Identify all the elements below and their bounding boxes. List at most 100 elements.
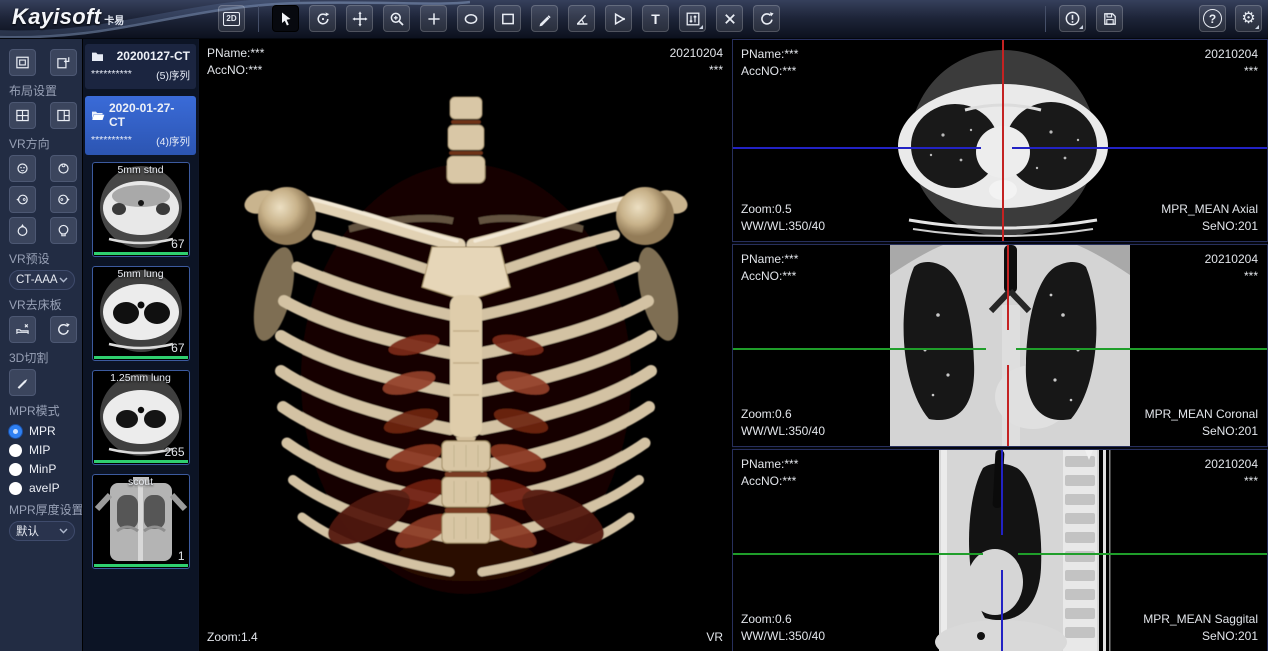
angle-tool-button[interactable] [568,5,595,32]
layout-inner-frame-icon [15,55,30,70]
coronal-crosshair-vertical-top[interactable] [1007,245,1009,330]
study-series-count: (4)序列 [156,134,190,149]
mpr-mode-radio-mip[interactable]: MIP [9,443,82,457]
text-tool-icon: T [651,11,660,27]
series-thumbnail-scout[interactable]: scout 1 [92,474,190,569]
remove-bed-button[interactable] [9,316,36,343]
axial-crosshair-horizontal-left[interactable] [733,147,981,149]
viewport-axial[interactable]: PName:*** AccNO:*** 20210204 *** Zoom:0.… [732,39,1268,242]
radio-label: aveIP [29,481,60,495]
pointer-tool-button[interactable] [272,5,299,32]
masked-value: *** [1205,473,1258,490]
coronal-crosshair-horizontal-left[interactable] [733,348,986,350]
alert-circle-icon [1064,10,1081,27]
reset-view-button[interactable] [753,5,780,32]
layout-swap-icon [56,55,71,70]
series-thumbnail-5mm-lung[interactable]: 5mm lung 67 [92,266,190,361]
sagittal-crosshair-vertical-top[interactable] [1001,450,1003,535]
coronal-crosshair-vertical-bottom[interactable] [1007,365,1009,446]
masked-value: *** [670,62,723,79]
accession-number: AccNO:*** [741,63,798,80]
layout-mpr-button[interactable] [9,49,36,76]
axial-overlay-bottom-left: Zoom:0.5 WW/WL:350/40 [741,201,825,235]
study-date: 20210204 [1205,46,1258,63]
viewport-coronal[interactable]: PName:*** AccNO:*** 20210204 *** Zoom:0.… [732,244,1268,447]
vr-view-superior-button[interactable] [9,217,36,244]
coronal-overlay-top-left: PName:*** AccNO:*** [741,251,798,285]
coronal-crosshair-horizontal-right[interactable] [1016,348,1267,350]
sagittal-crosshair-horizontal-right[interactable] [1018,553,1267,555]
thumbnail-label: 1.25mm lung [93,372,189,384]
zoom-tool-button[interactable] [383,5,410,32]
zoom-in-icon [389,11,405,27]
pan-tool-button[interactable] [346,5,373,32]
delete-annotation-button[interactable] [716,5,743,32]
grid-2x2-layout-button[interactable] [9,102,36,129]
radio-selected-icon [9,425,22,438]
bed-reset-button[interactable] [50,316,77,343]
patient-name: PName:*** [207,45,264,62]
cut-3d-button[interactable] [9,369,36,396]
vr-view-anterior-button[interactable] [9,155,36,182]
sagittal-crosshair-vertical-bottom[interactable] [1001,570,1003,651]
vr-direction-section-label: VR方向 [9,135,82,152]
study-patient-masked: ********** [91,68,132,83]
study-item-2-selected[interactable]: 2020-01-27-CT ********** (4)序列 [85,96,196,155]
radio-label: MIP [29,443,50,457]
crosshair-icon [426,11,442,27]
vr-overlay-top-left: PName:*** AccNO:*** [207,45,264,79]
study-item-1[interactable]: 20200127-CT ********** (5)序列 [85,44,196,89]
viewport-sagittal[interactable]: PName:*** AccNO:*** 20210204 *** Zoom:0.… [732,449,1268,651]
sagittal-overlay-bottom-left: Zoom:0.6 WW/WL:350/40 [741,611,825,645]
zoom-readout: Zoom:0.5 [741,201,825,218]
save-button[interactable] [1096,5,1123,32]
vr-view-right-button[interactable] [50,186,77,213]
ellipse-roi-button[interactable] [457,5,484,32]
mpr-thickness-select[interactable]: 默认 [9,521,75,541]
mpr-mode-radio-mpr[interactable]: MPR [9,424,82,438]
radio-icon [9,482,22,495]
rectangle-roi-button[interactable] [494,5,521,32]
app-logo-text: Kayisoft [12,4,101,30]
vr-bed-section-label: VR去床板 [9,296,82,313]
patient-name: PName:*** [741,46,798,63]
thumbnail-progress-bar [94,564,188,567]
mpr-mode-radio-minp[interactable]: MinP [9,462,82,476]
thumbnail-label: scout [93,476,189,488]
window-level-button[interactable] [679,5,706,32]
grid-1-2-layout-button[interactable] [50,102,77,129]
mpr-mode-section-label: MPR模式 [9,402,82,419]
coronal-overlay-top-right: 20210204 *** [1205,251,1258,285]
axial-crosshair-horizontal-right[interactable] [1012,147,1267,149]
series-thumbnail-5mm-stnd[interactable]: 5mm stnd 67 [92,162,190,257]
study-date: 20210204 [1205,251,1258,268]
patient-name: PName:*** [741,251,798,268]
vr-preset-select[interactable]: CT-AAA [9,270,75,290]
view-2d-button[interactable]: 2D [218,5,245,32]
app-logo: Kayisoft 卡易 [12,4,124,30]
axial-crosshair-vertical[interactable] [1002,40,1004,241]
toolbar-report-group [1042,5,1123,32]
radio-label: MPR [29,424,56,438]
series-thumbnail-125mm-lung[interactable]: 1.25mm lung 265 [92,370,190,465]
vr-view-left-button[interactable] [9,186,36,213]
vr-view-posterior-button[interactable] [50,155,77,182]
help-button[interactable]: ? [1199,5,1226,32]
length-measure-button[interactable] [531,5,558,32]
settings-button[interactable]: ⚙ [1235,5,1262,32]
window-level-readout: WW/WL:350/40 [741,423,825,440]
rotate-3d-tool-button[interactable] [309,5,336,32]
crosshair-tool-button[interactable] [420,5,447,32]
layout-swap-button[interactable] [50,49,77,76]
head-top-icon [15,223,30,238]
mpr-mode-radio-aveip[interactable]: aveIP [9,481,82,495]
vr-view-inferior-button[interactable] [50,217,77,244]
thumbnail-image-count: 265 [164,445,184,459]
radio-label: MinP [29,462,56,476]
sagittal-crosshair-horizontal-left[interactable] [733,553,983,555]
prompt-info-button[interactable] [1059,5,1086,32]
folder-icon [91,51,104,62]
text-annotation-button[interactable]: T [642,5,669,32]
viewport-vr[interactable]: PName:*** AccNO:*** 20210204 *** Zoom:1.… [198,39,732,651]
cobb-angle-tool-button[interactable] [605,5,632,32]
